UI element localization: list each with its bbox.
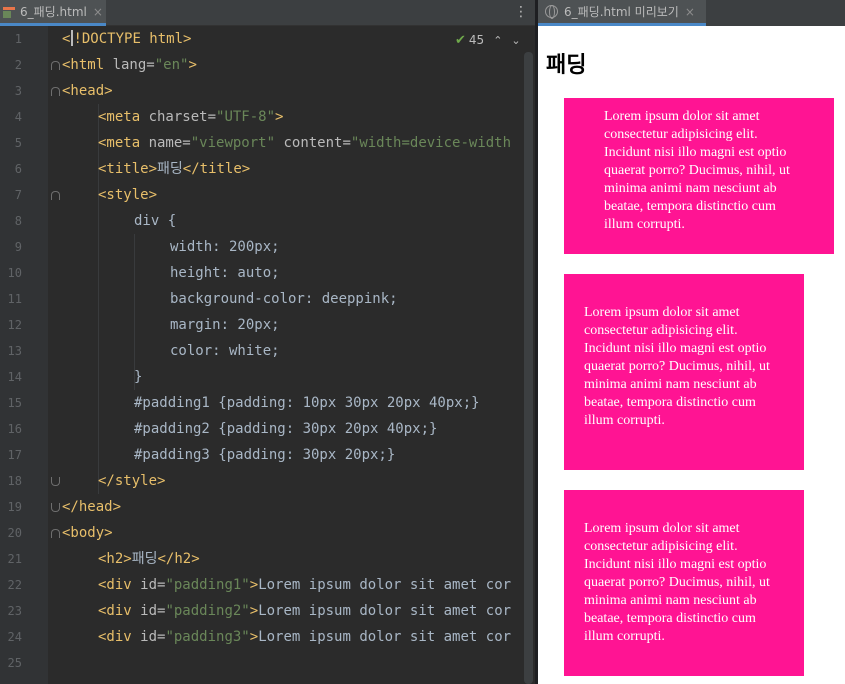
more-options-icon[interactable]: ⋮ bbox=[514, 4, 528, 20]
inspection-widget[interactable]: ✔ 45 ⌃ ⌄ bbox=[455, 30, 521, 50]
check-icon: ✔ bbox=[455, 32, 466, 48]
line-number: 22 bbox=[7, 578, 22, 592]
globe-icon bbox=[545, 5, 558, 19]
line-number: 23 bbox=[7, 604, 22, 618]
inspection-count: 45 bbox=[468, 33, 485, 47]
preview-tab-label: 6_패딩.html 미리보기 bbox=[564, 5, 679, 19]
line-number: 7 bbox=[14, 188, 22, 202]
line-number: 11 bbox=[7, 292, 22, 306]
code-line: <div id="padding3">Lorem ipsum dolor sit… bbox=[98, 629, 512, 645]
fold-marker-icon[interactable] bbox=[51, 529, 60, 538]
fold-marker-icon[interactable] bbox=[51, 87, 60, 96]
line-number: 24 bbox=[7, 630, 22, 644]
code-line: <div id="padding2">Lorem ipsum dolor sit… bbox=[98, 603, 512, 619]
code-line: height: auto; bbox=[170, 265, 280, 281]
line-number: 10 bbox=[7, 266, 22, 280]
line-number: 21 bbox=[7, 552, 22, 566]
code-line: } bbox=[134, 369, 143, 385]
code-line: < !DOCTYPE html> bbox=[62, 30, 192, 47]
code-line: <h2>패딩</h2> bbox=[98, 551, 200, 567]
code-line: </style> bbox=[98, 473, 166, 489]
code-line: <div id="padding1">Lorem ipsum dolor sit… bbox=[98, 577, 512, 593]
padding2-box: Lorem ipsum dolor sit amet consectetur a… bbox=[564, 274, 804, 470]
preview-tab-bar: 6_패딩.html 미리보기 × bbox=[538, 0, 845, 26]
code-line: color: white; bbox=[170, 343, 280, 359]
code-line: <meta charset="UTF-8"> bbox=[98, 109, 284, 125]
line-number: 19 bbox=[7, 500, 22, 514]
code-line: </head> bbox=[62, 499, 122, 515]
fold-marker-icon[interactable] bbox=[51, 191, 60, 200]
line-number: 9 bbox=[14, 240, 22, 254]
preview-tab[interactable]: 6_패딩.html 미리보기 × bbox=[538, 0, 706, 26]
line-number: 25 bbox=[7, 656, 22, 670]
editor-tab-label: 6_패딩.html bbox=[20, 5, 87, 19]
line-number: 4 bbox=[14, 110, 22, 124]
code-line: div { bbox=[134, 213, 177, 229]
code-line: width: 200px; bbox=[170, 239, 280, 255]
line-number: 2 bbox=[14, 58, 22, 72]
code-line: <style> bbox=[98, 187, 158, 203]
html-file-icon bbox=[2, 5, 16, 19]
editor-tab-bar: 6_패딩.html × ⋮ bbox=[0, 0, 535, 26]
code-line: #padding1 {padding: 10px 30px 20px 40px;… bbox=[134, 395, 480, 411]
line-number: 1 bbox=[14, 32, 22, 46]
code-line: margin: 20px; bbox=[170, 317, 280, 333]
code-line: background-color: deeppink; bbox=[170, 291, 398, 307]
padding3-box: Lorem ipsum dolor sit amet consectetur a… bbox=[564, 490, 804, 676]
code-line: <meta name="viewport" content="width=dev… bbox=[98, 135, 512, 151]
code-line: <title>패딩</title> bbox=[98, 161, 251, 177]
code-line: <head> bbox=[62, 83, 113, 99]
code-line: #padding2 {padding: 30px 20px 40px;} bbox=[134, 421, 438, 437]
fold-marker-icon[interactable] bbox=[51, 61, 60, 70]
code-line: <body> bbox=[62, 525, 113, 541]
code-line: #padding3 {padding: 30px 20px;} bbox=[134, 447, 396, 463]
line-number: 3 bbox=[14, 84, 22, 98]
code-editor[interactable]: 6_패딩.html × ⋮ 1 2 3 4 5 6 7 8 9 10 11 12… bbox=[0, 0, 535, 684]
preview-pane: 6_패딩.html 미리보기 × 패딩 Lorem ipsum dolor si… bbox=[538, 0, 845, 684]
line-number: 6 bbox=[14, 162, 22, 176]
line-number: 20 bbox=[7, 526, 22, 540]
line-number: 17 bbox=[7, 448, 22, 462]
line-number: 8 bbox=[14, 214, 22, 228]
fold-marker-icon[interactable] bbox=[51, 477, 60, 486]
close-tab-icon[interactable]: × bbox=[93, 5, 103, 19]
line-number: 16 bbox=[7, 422, 22, 436]
padding1-box: Lorem ipsum dolor sit amet consectetur a… bbox=[564, 98, 834, 254]
next-highlight-icon[interactable]: ⌄ bbox=[511, 34, 520, 47]
line-number: 18 bbox=[7, 474, 22, 488]
close-tab-icon[interactable]: × bbox=[685, 5, 695, 19]
fold-marker-icon[interactable] bbox=[51, 503, 60, 512]
line-number-gutter: 1 2 3 4 5 6 7 8 9 10 11 12 13 14 15 16 1… bbox=[0, 26, 48, 684]
editor-file-tab[interactable]: 6_패딩.html × bbox=[0, 0, 106, 26]
line-number: 13 bbox=[7, 344, 22, 358]
line-number: 15 bbox=[7, 396, 22, 410]
line-number: 14 bbox=[7, 370, 22, 384]
previous-highlight-icon[interactable]: ⌃ bbox=[493, 34, 502, 47]
vertical-scrollbar[interactable] bbox=[524, 52, 533, 684]
preview-heading: 패딩 bbox=[546, 53, 587, 78]
line-number: 5 bbox=[14, 136, 22, 150]
line-number: 12 bbox=[7, 318, 22, 332]
code-line: <html lang="en"> bbox=[62, 57, 197, 73]
code-area[interactable]: < !DOCTYPE html> <html lang="en"> <head> … bbox=[62, 26, 535, 684]
